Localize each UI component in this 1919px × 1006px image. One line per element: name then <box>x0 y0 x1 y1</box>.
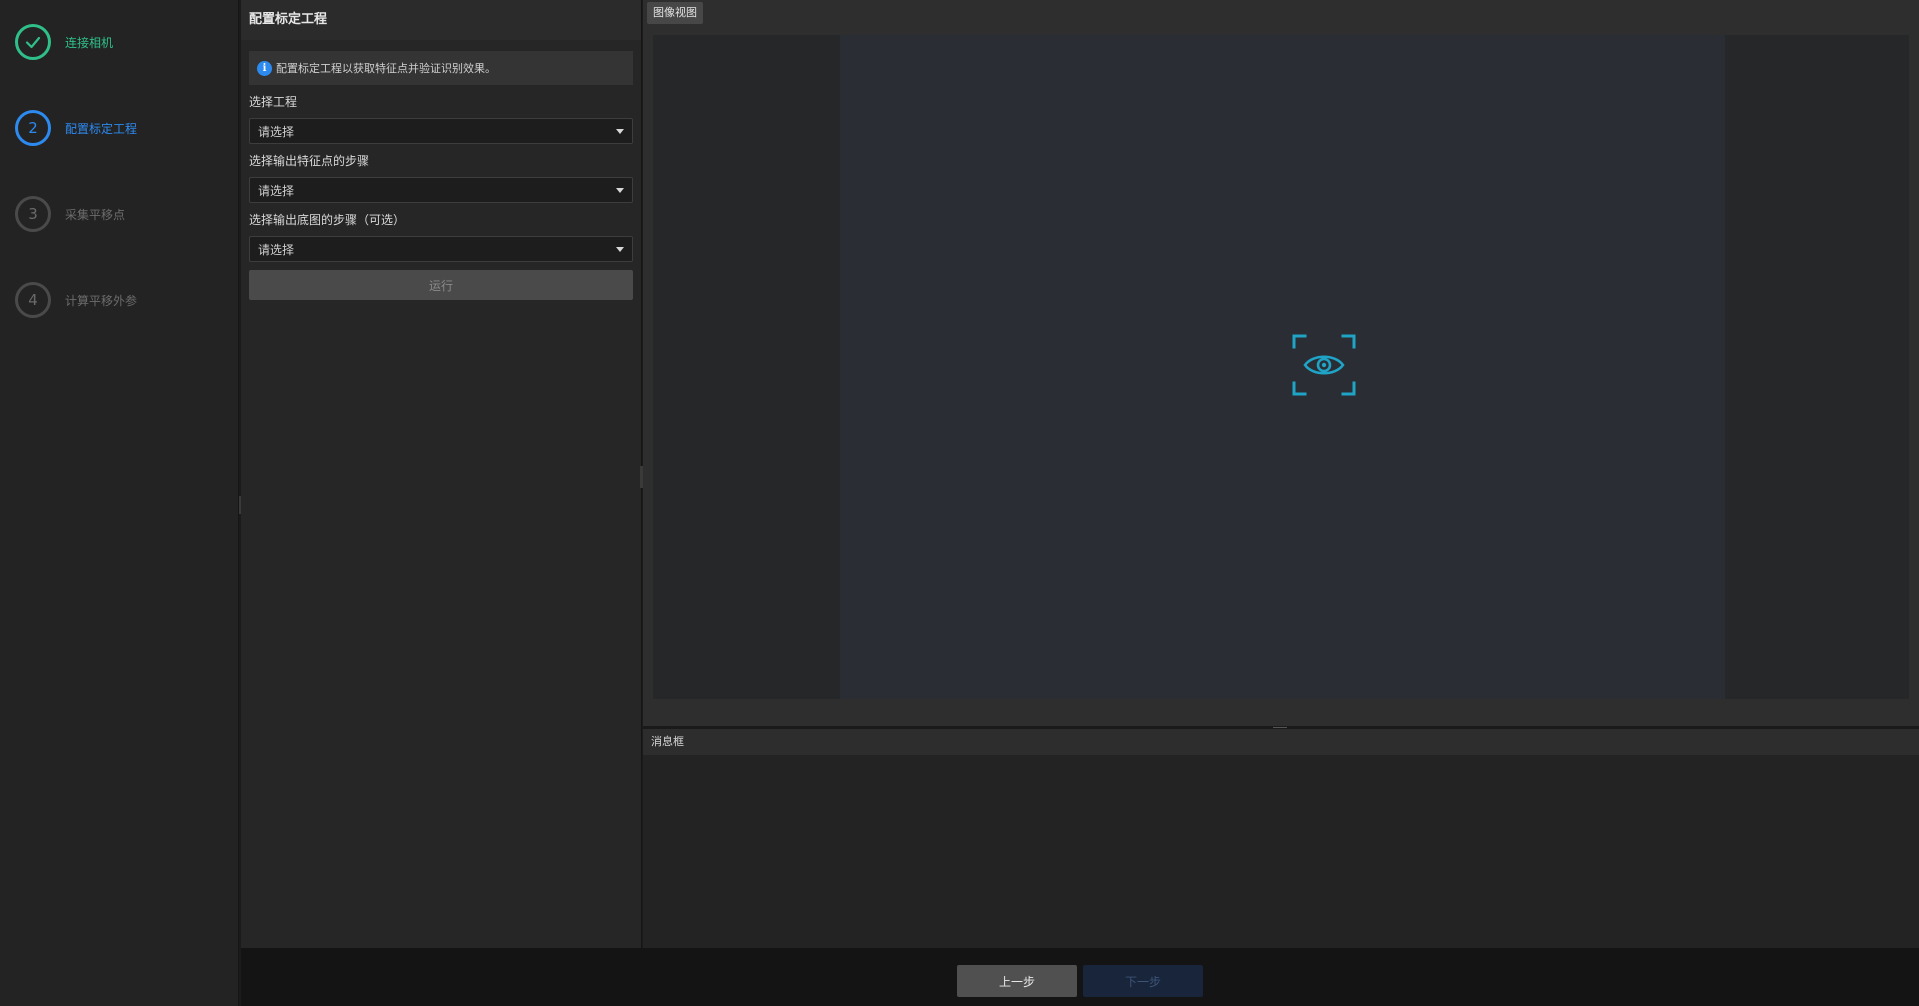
steps-sidebar: 连接相机 2 配置标定工程 3 采集平移点 4 计算平移外参 <box>0 0 239 1006</box>
image-area <box>840 35 1725 699</box>
select-base-image-step-label: 选择输出底图的步骤（可选） <box>249 213 406 227</box>
select-feature-step-label: 选择输出特征点的步骤 <box>249 154 370 168</box>
chevron-down-icon <box>616 247 624 252</box>
info-icon: i <box>257 60 272 76</box>
message-box-panel: 消息框 <box>643 729 1919 948</box>
step-configure-project[interactable]: 2 配置标定工程 <box>15 108 137 148</box>
run-button[interactable]: 运行 <box>249 270 633 300</box>
select-project-dropdown[interactable]: 请选择 <box>249 118 633 144</box>
step-2-number: 2 <box>15 110 51 146</box>
select-base-image-step-value: 请选择 <box>258 242 295 257</box>
select-base-image-step-dropdown[interactable]: 请选择 <box>249 236 633 262</box>
step-collect-points[interactable]: 3 采集平移点 <box>15 194 125 234</box>
eye-scan-icon <box>1292 334 1356 396</box>
config-panel-title: 配置标定工程 <box>241 0 641 40</box>
info-text: 配置标定工程以获取特征点并验证识别效果。 <box>276 62 496 75</box>
config-panel: 配置标定工程 i 配置标定工程以获取特征点并验证识别效果。 选择工程 请选择 选… <box>241 0 642 948</box>
step-connect-camera[interactable]: 连接相机 <box>15 22 113 62</box>
step-2-label: 配置标定工程 <box>65 121 138 136</box>
image-view-panel: 图像视图 <box>643 0 1919 729</box>
prev-step-button[interactable]: 上一步 <box>957 965 1077 997</box>
step-3-number: 3 <box>15 196 51 232</box>
message-box-title: 消息框 <box>643 729 1919 755</box>
image-canvas[interactable] <box>653 35 1909 699</box>
step-1-label: 连接相机 <box>65 35 114 50</box>
footer-bar: 上一步 下一步 <box>241 948 1919 1006</box>
select-feature-step-value: 请选择 <box>258 183 295 198</box>
next-step-button[interactable]: 下一步 <box>1083 965 1203 997</box>
chevron-down-icon <box>616 129 624 134</box>
step-4-number: 4 <box>15 282 51 318</box>
step-1-check-icon <box>15 24 51 60</box>
select-feature-step-dropdown[interactable]: 请选择 <box>249 177 633 203</box>
select-project-value: 请选择 <box>258 124 295 139</box>
info-banner: i 配置标定工程以获取特征点并验证识别效果。 <box>249 51 633 85</box>
step-4-label: 计算平移外参 <box>65 293 138 308</box>
select-project-label: 选择工程 <box>249 95 298 109</box>
step-3-label: 采集平移点 <box>65 207 126 222</box>
chevron-down-icon <box>616 188 624 193</box>
tab-image-view[interactable]: 图像视图 <box>647 2 703 24</box>
step-compute-extrinsics[interactable]: 4 计算平移外参 <box>15 280 137 320</box>
